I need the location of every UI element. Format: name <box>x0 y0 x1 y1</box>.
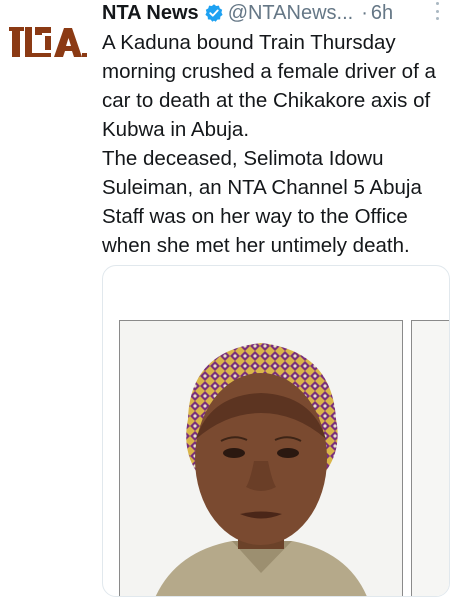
tweet-body: A Kaduna bound Train Thursday morning cr… <box>102 28 447 260</box>
tweet-timestamp[interactable]: 6h <box>371 1 393 25</box>
tweet-media-card[interactable] <box>102 265 450 597</box>
separator-dot: · <box>361 2 368 24</box>
tweet-header: NTA News @NTANews... · 6h <box>102 0 393 26</box>
passport-photo[interactable] <box>119 320 403 596</box>
tweet-paragraph: The deceased, Selimota Idowu Suleiman, a… <box>102 147 422 257</box>
verified-badge-icon <box>205 4 223 22</box>
second-photo-edge[interactable] <box>411 320 449 596</box>
nta-logo-avatar[interactable] <box>8 22 88 62</box>
more-vertical-icon[interactable] <box>434 2 440 20</box>
portrait-image <box>120 321 402 596</box>
tweet-paragraph: A Kaduna bound Train Thursday morning cr… <box>102 31 436 141</box>
account-handle[interactable]: @NTANews... <box>228 1 354 25</box>
account-name[interactable]: NTA News <box>102 1 199 25</box>
